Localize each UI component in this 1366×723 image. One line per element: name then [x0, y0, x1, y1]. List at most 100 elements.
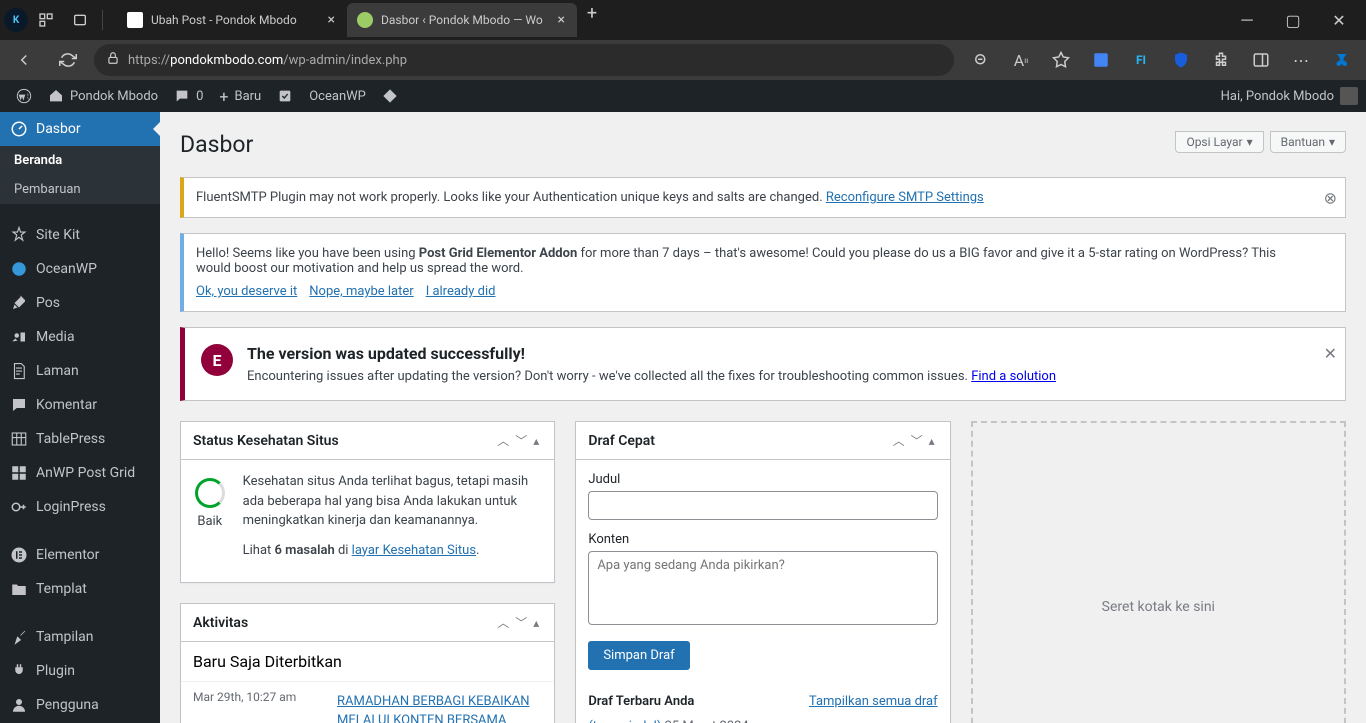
draft-content-input[interactable]: [588, 551, 937, 625]
close-button[interactable]: ✕: [1316, 3, 1362, 37]
move-down-icon[interactable]: ﹀: [512, 614, 530, 631]
app-icon: K: [4, 8, 28, 32]
menu-sitekit[interactable]: Site Kit: [0, 218, 160, 252]
admin-menu: Dasbor Beranda Pembaruan Site Kit OceanW…: [0, 112, 160, 723]
comments-link[interactable]: 0: [166, 80, 211, 112]
menu-posts[interactable]: Pos: [0, 286, 160, 320]
wp-logo[interactable]: [8, 80, 40, 112]
draft-link[interactable]: (tanpa judul): [588, 719, 661, 723]
move-up-icon[interactable]: ︿: [494, 432, 512, 449]
toggle-icon[interactable]: ▴: [530, 434, 542, 448]
close-icon[interactable]: ×: [556, 12, 567, 28]
activity-row: Mar 29th, 10:27 am RAMADHAN BERBAGI KEBA…: [181, 682, 554, 723]
minimize-button[interactable]: ─: [1224, 3, 1270, 37]
toggle-icon[interactable]: ▴: [530, 616, 542, 630]
avatar[interactable]: [1340, 87, 1358, 105]
menu-media[interactable]: Media: [0, 320, 160, 354]
notice-smtp: FluentSMTP Plugin may not work properly.…: [180, 177, 1346, 218]
copilot-icon[interactable]: [1322, 44, 1360, 76]
ext-bitwarden-icon[interactable]: [1162, 44, 1200, 76]
close-icon[interactable]: ×: [326, 12, 337, 28]
dismiss-icon[interactable]: ✕: [1324, 344, 1337, 363]
greeting[interactable]: Hai, Pondok Mbodo: [1221, 89, 1334, 104]
read-aloud-icon[interactable]: Aıı: [1002, 44, 1040, 76]
translate-icon[interactable]: [1082, 44, 1120, 76]
menu-users[interactable]: Pengguna: [0, 688, 160, 722]
back-button[interactable]: [6, 44, 42, 76]
rate-later-link[interactable]: Nope, maybe later: [309, 284, 413, 299]
help-button[interactable]: Bantuan ▾: [1270, 131, 1346, 153]
menu-loginpress[interactable]: LoginPress: [0, 490, 160, 524]
submenu-home[interactable]: Beranda: [0, 146, 160, 175]
title-label: Judul: [588, 472, 937, 487]
rate-done-link[interactable]: I already did: [426, 284, 496, 299]
page-title: Dasbor: [180, 122, 253, 162]
menu-appearance[interactable]: Tampilan: [0, 620, 160, 654]
new-content-link[interactable]: +Baru: [211, 80, 269, 112]
dismiss-icon[interactable]: ⊗: [1324, 188, 1337, 207]
menu-dashboard[interactable]: Dasbor: [0, 112, 160, 146]
content-area: Dasbor Opsi Layar ▾ Bantuan ▾ FluentSMTP…: [160, 112, 1366, 723]
oceanwp-link[interactable]: OceanWP: [301, 80, 374, 112]
tabstrip-icon[interactable]: [64, 4, 96, 36]
submenu-updates[interactable]: Pembaruan: [0, 175, 160, 204]
activity-box: Aktivitas ︿ ﹀ ▴ Baru Saja Diterbitkan Ma…: [180, 603, 555, 723]
address-bar[interactable]: https://pondokmbodo.com/wp-admin/index.p…: [94, 44, 954, 76]
site-health-box: Status Kesehatan Situs ︿ ﹀ ▴ Baik Kese: [180, 421, 555, 583]
activity-section-header: Baru Saja Diterbitkan: [181, 642, 554, 682]
menu-plugins[interactable]: Plugin: [0, 654, 160, 688]
rate-ok-link[interactable]: Ok, you deserve it: [196, 284, 297, 299]
browser-tab-active[interactable]: Dasbor ‹ Pondok Mbodo — Wo ×: [347, 3, 577, 37]
url-text: https://pondokmbodo.com/wp-admin/index.p…: [128, 53, 407, 68]
browser-titlebar: K Ubah Post - Pondok Mbodo × Dasbor ‹ Po…: [0, 0, 1366, 40]
health-gauge-icon: [195, 478, 225, 508]
move-up-icon[interactable]: ︿: [494, 614, 512, 631]
menu-comments[interactable]: Komentar: [0, 388, 160, 422]
favicon-icon: [127, 12, 143, 28]
elementor-debug-icon[interactable]: [374, 80, 406, 112]
health-label: Baik: [193, 514, 227, 529]
favicon-icon: [357, 12, 373, 28]
sidebar-icon[interactable]: [1242, 44, 1280, 76]
menu-templates[interactable]: Templat: [0, 572, 160, 606]
move-down-icon[interactable]: ﹀: [512, 432, 530, 449]
extensions-icon[interactable]: [1202, 44, 1240, 76]
browser-toolbar: https://pondokmbodo.com/wp-admin/index.p…: [0, 40, 1366, 80]
maximize-button[interactable]: ▢: [1270, 3, 1316, 37]
screen-options-button[interactable]: Opsi Layar ▾: [1175, 131, 1263, 153]
toggle-icon[interactable]: ▴: [926, 434, 938, 448]
show-all-drafts-link[interactable]: Tampilkan semua draf: [809, 694, 938, 709]
zoom-icon[interactable]: [962, 44, 1000, 76]
smtp-reconfigure-link[interactable]: Reconfigure SMTP Settings: [826, 190, 984, 205]
empty-dropzone[interactable]: Seret kotak ke sini: [971, 421, 1346, 723]
content-label: Konten: [588, 532, 937, 547]
elementor-notice-title: The version was updated successfully!: [247, 344, 1056, 363]
ext-floorp-icon[interactable]: FI: [1122, 44, 1160, 76]
draft-title-input[interactable]: [588, 491, 937, 520]
quick-draft-box: Draf Cepat ︿ ﹀ ▴ Judul Konten: [575, 421, 950, 723]
draft-row: (tanpa judul) 25 Maret 2024: [576, 715, 949, 723]
move-up-icon[interactable]: ︿: [890, 432, 908, 449]
find-solution-link[interactable]: Find a solution: [971, 369, 1056, 384]
notice-postgrid: Hello! Seems like you have been using Po…: [180, 233, 1346, 312]
workspaces-icon[interactable]: [30, 4, 62, 36]
move-down-icon[interactable]: ﹀: [908, 432, 926, 449]
save-draft-button[interactable]: Simpan Draf: [588, 641, 689, 670]
menu-elementor[interactable]: Elementor: [0, 538, 160, 572]
notice-elementor: E The version was updated successfully! …: [180, 327, 1346, 401]
browser-tab[interactable]: Ubah Post - Pondok Mbodo ×: [117, 3, 347, 37]
recent-drafts-title: Draf Terbaru Anda: [588, 694, 694, 709]
health-screen-link[interactable]: layar Kesehatan Situs: [352, 543, 476, 558]
post-link[interactable]: RAMADHAN BERBAGI KEBAIKAN MELALUI KONTEN…: [337, 694, 530, 723]
menu-tablepress[interactable]: TablePress: [0, 422, 160, 456]
menu-pages[interactable]: Laman: [0, 354, 160, 388]
menu-oceanwp[interactable]: OceanWP: [0, 252, 160, 286]
theme-check-icon[interactable]: [269, 80, 301, 112]
new-tab-button[interactable]: +: [577, 3, 607, 37]
site-name-link[interactable]: Pondok Mbodo: [40, 80, 166, 112]
refresh-button[interactable]: [50, 44, 86, 76]
menu-icon[interactable]: ⋯: [1282, 44, 1320, 76]
elementor-icon: E: [201, 344, 233, 376]
menu-postgrid[interactable]: AnWP Post Grid: [0, 456, 160, 490]
favorite-icon[interactable]: [1042, 44, 1080, 76]
